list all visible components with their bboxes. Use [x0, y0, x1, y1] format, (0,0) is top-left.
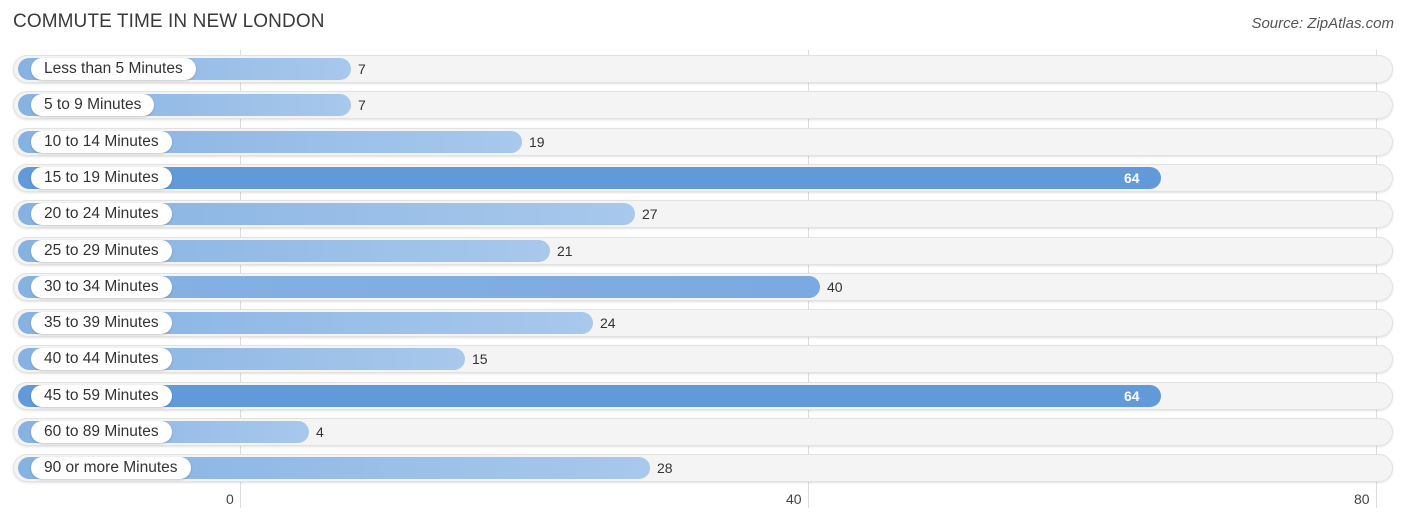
- category-label: 10 to 14 Minutes: [31, 131, 172, 153]
- value-label: 40: [827, 279, 843, 295]
- category-label: 5 to 9 Minutes: [31, 94, 155, 116]
- category-label: Less than 5 Minutes: [31, 58, 196, 80]
- value-label: 64: [1124, 388, 1140, 404]
- value-label: 4: [316, 424, 324, 440]
- category-label: 15 to 19 Minutes: [31, 167, 172, 189]
- value-label: 21: [557, 243, 573, 259]
- category-label: 90 or more Minutes: [31, 457, 191, 479]
- bar-chart: Less than 5 Minutes 7 5 to 9 Minutes 7 10 to…: [0, 0, 1406, 523]
- value-label: 7: [358, 97, 366, 113]
- category-label: 30 to 34 Minutes: [31, 276, 172, 298]
- bar[interactable]: [18, 167, 1161, 189]
- category-label: 40 to 44 Minutes: [31, 348, 172, 370]
- category-label: 25 to 29 Minutes: [31, 240, 172, 262]
- x-tick-label: 0: [226, 491, 234, 507]
- category-label: 35 to 39 Minutes: [31, 312, 172, 334]
- category-label: 20 to 24 Minutes: [31, 203, 172, 225]
- category-label: 45 to 59 Minutes: [31, 385, 172, 407]
- x-tick-label: 80: [1354, 491, 1370, 507]
- value-label: 64: [1124, 170, 1140, 186]
- bar[interactable]: [18, 385, 1161, 407]
- category-label: 60 to 89 Minutes: [31, 421, 172, 443]
- value-label: 27: [642, 206, 658, 222]
- value-label: 15: [472, 351, 488, 367]
- value-label: 28: [657, 460, 673, 476]
- value-label: 19: [529, 134, 545, 150]
- x-tick-label: 40: [786, 491, 802, 507]
- value-label: 24: [600, 315, 616, 331]
- value-label: 7: [358, 61, 366, 77]
